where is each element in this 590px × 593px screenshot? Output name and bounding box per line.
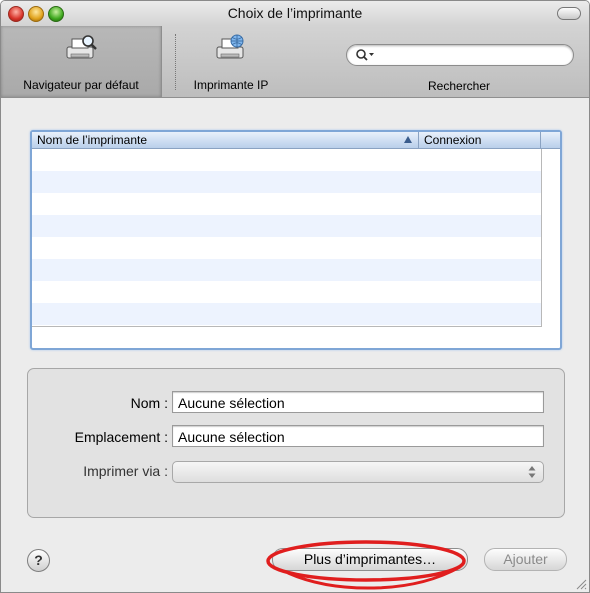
printer-table[interactable]: Nom de l’imprimante Connexion [30, 130, 562, 350]
table-header: Nom de l’imprimante Connexion [32, 132, 560, 149]
more-printers-button[interactable]: Plus d’imprimantes… [272, 548, 468, 571]
name-field[interactable]: Aucune sélection [172, 391, 544, 413]
column-header-connection[interactable]: Connexion [424, 133, 481, 147]
table-row [32, 303, 541, 325]
location-field[interactable]: Aucune sélection [172, 425, 544, 447]
column-divider [418, 132, 419, 148]
table-row [32, 193, 541, 215]
printer-search-icon [66, 35, 97, 59]
print-window: Choix de l’imprimante Navigateur par déf… [0, 0, 590, 593]
column-divider [540, 132, 541, 148]
toolbar-item-default-browser[interactable]: Navigateur par défaut [1, 26, 162, 97]
table-bottom-edge [32, 326, 542, 327]
table-row [32, 149, 541, 171]
print-via-label: Imprimer via : [83, 463, 168, 479]
name-label: Nom : [130, 395, 168, 411]
window-title: Choix de l’imprimante [227, 5, 363, 21]
toolbar-item-label: Imprimante IP [193, 78, 269, 92]
sort-ascending-icon [404, 136, 412, 143]
updown-arrows-icon [528, 466, 536, 478]
table-row [32, 259, 541, 281]
column-header-printer-name[interactable]: Nom de l’imprimante [37, 133, 147, 147]
print-via-select[interactable] [172, 461, 544, 483]
toolbar: Navigateur par défaut Imprimante IP [1, 26, 589, 98]
toolbar-item-ip-printer[interactable]: Imprimante IP [181, 26, 281, 97]
resize-grip-icon[interactable] [575, 578, 587, 590]
table-row [32, 237, 541, 259]
search-box[interactable] [346, 44, 574, 66]
toolbar-toggle-button[interactable] [557, 7, 581, 20]
search-icon [356, 49, 374, 61]
table-column-edge [541, 149, 542, 326]
table-row [32, 215, 541, 237]
printer-network-icon [216, 34, 244, 59]
add-button[interactable]: Ajouter [484, 548, 567, 571]
location-label: Emplacement : [74, 429, 168, 445]
printer-details-group: Nom : Aucune sélection Emplacement : Auc… [27, 368, 565, 518]
title-bar[interactable]: Choix de l’imprimante [1, 1, 589, 26]
toolbar-separator [175, 34, 176, 90]
toolbar-item-label: Navigateur par défaut [23, 78, 139, 92]
search-label: Rechercher [428, 79, 491, 93]
table-body[interactable] [32, 149, 541, 325]
table-row [32, 171, 541, 193]
search-input[interactable] [377, 47, 567, 65]
help-button[interactable]: ? [27, 549, 50, 572]
table-row [32, 281, 541, 303]
